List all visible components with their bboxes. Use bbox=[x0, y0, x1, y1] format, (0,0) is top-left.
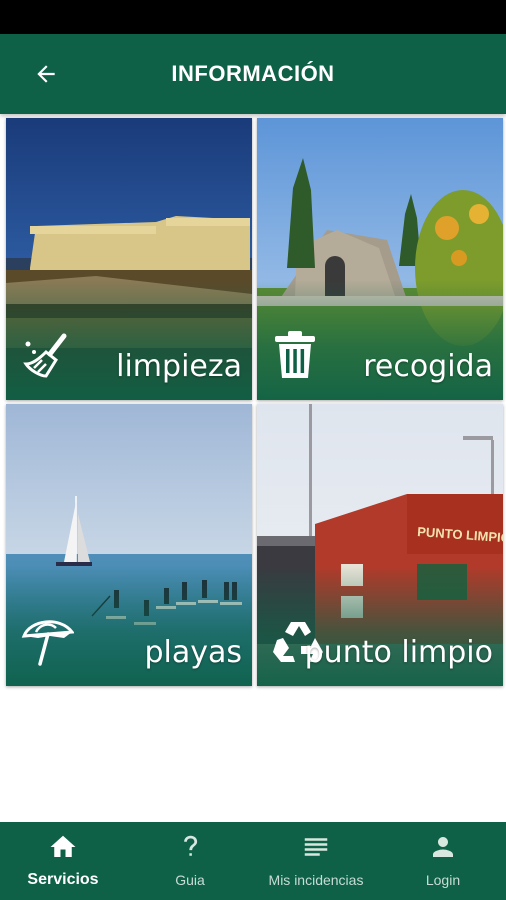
home-icon bbox=[50, 835, 76, 857]
nav-item-login[interactable]: Login bbox=[380, 822, 506, 900]
tile-label: recogida bbox=[363, 349, 493, 384]
broom-icon bbox=[23, 333, 67, 378]
nav-item-mis-incidencias[interactable]: Mis incidencias bbox=[253, 822, 379, 900]
bottom-navigation: Servicios Guia Mis incidencias Login bbox=[0, 822, 506, 900]
nav-label: Guia bbox=[175, 872, 205, 888]
status-bar bbox=[0, 0, 506, 34]
tile-playas[interactable]: playas bbox=[6, 404, 252, 686]
nav-label: Mis incidencias bbox=[268, 872, 364, 888]
tile-label: playas bbox=[144, 635, 242, 670]
tile-label: limpieza bbox=[116, 349, 242, 384]
beach-umbrella-icon bbox=[21, 620, 74, 666]
nav-item-servicios[interactable]: Servicios bbox=[0, 822, 126, 900]
tile-recogida[interactable]: recogida bbox=[257, 118, 503, 400]
nav-label: Login bbox=[425, 872, 461, 888]
tile-punto-limpio[interactable]: PUNTO LIMPIO punto limpio bbox=[257, 404, 503, 686]
user-icon bbox=[433, 837, 453, 857]
trash-can-icon bbox=[275, 331, 315, 378]
app-bar: INFORMACIÓN bbox=[0, 34, 506, 114]
question-icon bbox=[184, 835, 198, 856]
tile-label: punto limpio bbox=[304, 635, 493, 670]
page-title: INFORMACIÓN bbox=[171, 61, 335, 86]
tile-limpieza[interactable]: limpieza bbox=[6, 118, 252, 400]
nav-item-guia[interactable]: Guia bbox=[127, 822, 253, 900]
list-icon bbox=[304, 838, 328, 856]
nav-label: Servicios bbox=[27, 871, 99, 888]
